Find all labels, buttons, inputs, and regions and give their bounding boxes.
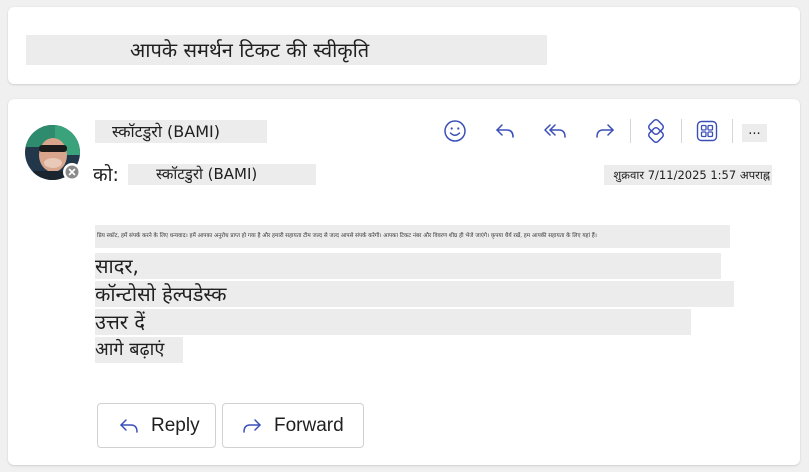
more-options-button[interactable]: ...	[742, 124, 767, 142]
reply-action-button[interactable]: Reply	[97, 403, 216, 448]
message-date: शुक्रवार 7/11/2025 1:57 अपराह्न	[604, 165, 772, 185]
loop-icon	[648, 119, 664, 143]
loop-button[interactable]	[641, 116, 671, 146]
presence-blocked-icon	[63, 163, 81, 181]
signature-reply-text: उत्तर दें	[95, 309, 691, 335]
forward-action-label: Forward	[274, 414, 344, 436]
message-toolbar	[440, 116, 743, 146]
forward-icon	[240, 414, 264, 438]
signature-forward-text: आगे बढ़ाएं	[95, 337, 183, 363]
signature-regards: सादर,	[95, 253, 721, 279]
toolbar-divider	[630, 119, 631, 143]
emoji-button[interactable]	[440, 116, 470, 146]
sender-name[interactable]: स्कॉटडुरो (BAMI)	[95, 120, 267, 143]
reply-all-button[interactable]	[540, 116, 570, 146]
recipient-name[interactable]: स्कॉटडुरो (BAMI)	[128, 164, 316, 185]
forward-icon	[596, 124, 614, 138]
signature-team: कॉन्टोसो हेल्पडेस्क	[95, 281, 734, 307]
reply-action-label: Reply	[151, 414, 200, 436]
message-body: प्रिय स्कॉट, हमें संपर्क करने के लिए धन्…	[95, 225, 730, 248]
reply-icon	[496, 124, 514, 138]
email-subject: आपके समर्थन टिकट की स्वीकृति	[26, 35, 547, 65]
toolbar-divider	[732, 119, 733, 143]
message-card: स्कॉटडुरो (BAMI) ... को: स्कॉटडुरो (BAMI…	[8, 99, 800, 465]
reply-all-icon	[544, 124, 566, 138]
reply-icon	[117, 414, 141, 438]
forward-action-button[interactable]: Forward	[222, 403, 364, 448]
to-label: को:	[93, 164, 119, 186]
emoji-icon	[444, 120, 466, 142]
subject-card: आपके समर्थन टिकट की स्वीकृति	[8, 7, 800, 84]
apps-button[interactable]	[692, 116, 722, 146]
apps-icon	[696, 120, 718, 142]
toolbar-divider	[681, 119, 682, 143]
forward-button[interactable]	[590, 116, 620, 146]
reply-button[interactable]	[490, 116, 520, 146]
